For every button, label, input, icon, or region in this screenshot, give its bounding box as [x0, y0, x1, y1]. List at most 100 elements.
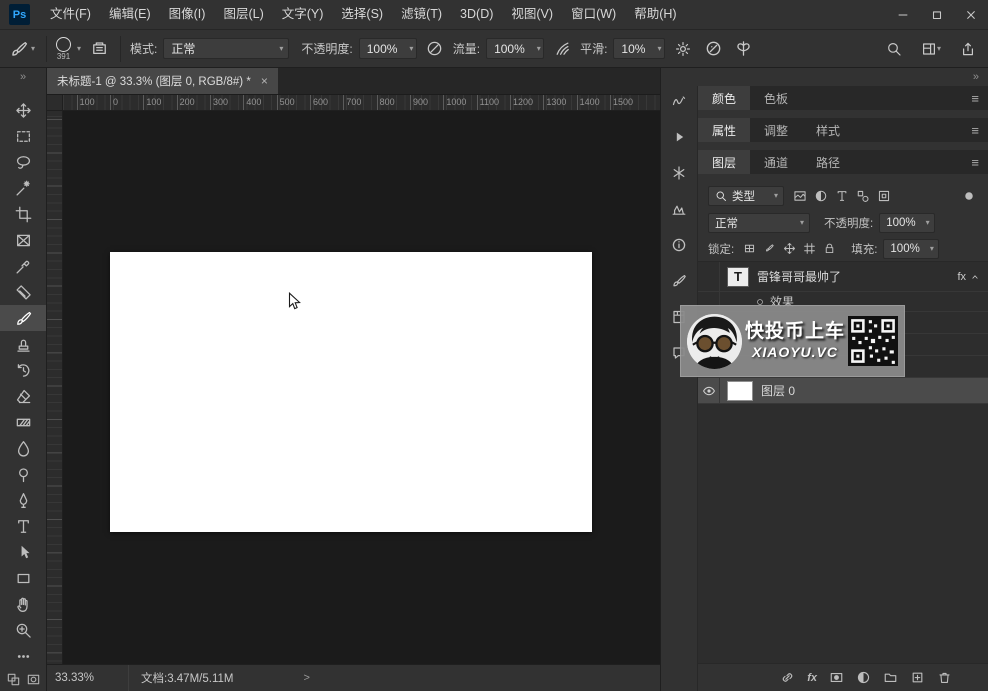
horizontal-ruler[interactable]: 1000100200300400500600700800900100011001…	[63, 95, 660, 111]
panel-tab-2-0[interactable]: 图层	[698, 150, 750, 174]
crop-tool[interactable]	[0, 201, 46, 227]
layer-opacity-input[interactable]: 100% ▾	[879, 213, 935, 233]
menu-3d[interactable]: 3D(D)	[451, 0, 502, 30]
menu-edit[interactable]: 编辑(E)	[100, 0, 160, 30]
lock-pixels-icon[interactable]	[760, 239, 779, 258]
lock-position-icon[interactable]	[780, 239, 799, 258]
blend-mode-select[interactable]: 正常 ▾	[163, 38, 289, 59]
vertical-ruler[interactable]	[47, 111, 63, 664]
layer-visibility-toggle[interactable]	[698, 262, 720, 291]
share-button[interactable]	[956, 37, 980, 61]
collapse-panels-button[interactable]: »	[661, 68, 988, 86]
smoothing-input[interactable]: 10% ▾	[613, 38, 665, 59]
menu-filter[interactable]: 滤镜(T)	[392, 0, 451, 30]
opacity-input[interactable]: 100% ▾	[359, 38, 417, 59]
eraser-tool[interactable]	[0, 383, 46, 409]
layer-row[interactable]: 图层 0	[698, 378, 988, 404]
spot-healing-brush-tool[interactable]	[0, 279, 46, 305]
histogram-icon[interactable]	[668, 200, 690, 217]
layer-effects-badge[interactable]: fx	[957, 271, 980, 283]
layer-fill-input[interactable]: 100% ▾	[883, 239, 939, 259]
brush-tip-icon[interactable]	[668, 164, 690, 181]
document-tab[interactable]: 未标题-1 @ 33.3% (图层 0, RGB/8#) * ×	[47, 68, 278, 94]
menu-view[interactable]: 视图(V)	[502, 0, 562, 30]
expand-tools-dock-button[interactable]: »	[0, 68, 46, 85]
panel-tab-2-1[interactable]: 通道	[750, 150, 802, 174]
layer-row[interactable]: T雷锋哥哥最帅了fx	[698, 262, 988, 292]
menu-layer[interactable]: 图层(L)	[214, 0, 272, 30]
brush-tool[interactable]	[0, 305, 46, 331]
tool-preset-picker[interactable]: ▾	[8, 40, 37, 58]
object-selection-tool[interactable]	[0, 175, 46, 201]
lock-artboard-icon[interactable]	[800, 239, 819, 258]
blur-tool[interactable]	[0, 435, 46, 461]
smoothing-options-button[interactable]	[671, 37, 695, 61]
eyedropper-tool[interactable]	[0, 253, 46, 279]
layer-mask-icon[interactable]	[829, 670, 844, 685]
path-selection-tool[interactable]	[0, 539, 46, 565]
brush-preset-button[interactable]: 391	[56, 37, 71, 61]
symmetry-button[interactable]	[731, 37, 755, 61]
filter-switch-button[interactable]	[959, 187, 978, 206]
menu-image[interactable]: 图像(I)	[160, 0, 215, 30]
zoom-tool[interactable]	[0, 617, 46, 643]
actions-play-icon[interactable]	[668, 128, 690, 145]
close-button[interactable]	[954, 0, 988, 30]
menu-window[interactable]: 窗口(W)	[562, 0, 625, 30]
canvas-pasteboard[interactable]	[63, 111, 660, 664]
panel-tab-0-1[interactable]: 色板	[750, 86, 802, 110]
type-filter-icon[interactable]	[832, 187, 851, 206]
status-options-chevron[interactable]: >	[247, 672, 309, 684]
foreground-background-colors-icon[interactable]	[6, 672, 21, 687]
menu-help[interactable]: 帮助(H)	[625, 0, 685, 30]
gradient-tool[interactable]	[0, 409, 46, 435]
adjust-filter-icon[interactable]	[811, 187, 830, 206]
history-brush-tool[interactable]	[0, 357, 46, 383]
panel-tab-1-1[interactable]: 调整	[750, 118, 802, 142]
panel-tab-1-2[interactable]: 样式	[802, 118, 854, 142]
panel-menu-icon[interactable]: ≡	[971, 155, 979, 170]
menu-select[interactable]: 选择(S)	[332, 0, 392, 30]
document-size-info[interactable]: 文档:3.47M/5.11M	[129, 670, 247, 686]
workspace-switcher[interactable]: ▾	[914, 37, 948, 61]
clone-stamp-tool[interactable]	[0, 331, 46, 357]
menu-file[interactable]: 文件(F)	[41, 0, 100, 30]
layer-group-icon[interactable]	[883, 670, 898, 685]
menu-type[interactable]: 文字(Y)	[273, 0, 333, 30]
type-tool[interactable]	[0, 513, 46, 539]
lasso-tool[interactable]	[0, 149, 46, 175]
ruler-origin-corner[interactable]	[47, 95, 63, 111]
lock-all-icon[interactable]	[820, 239, 839, 258]
pressure-size-button[interactable]	[701, 37, 725, 61]
smart-filter-icon[interactable]	[874, 187, 893, 206]
new-layer-icon[interactable]	[910, 670, 925, 685]
panel-tab-2-2[interactable]: 路径	[802, 150, 854, 174]
pixel-filter-icon[interactable]	[790, 187, 809, 206]
adjustment-layer-icon[interactable]	[856, 670, 871, 685]
dodge-tool[interactable]	[0, 461, 46, 487]
minimize-button[interactable]	[886, 0, 920, 30]
layer-filter-type-select[interactable]: 类型 ▾	[708, 186, 784, 206]
flow-input[interactable]: 100% ▾	[486, 38, 544, 59]
pen-tool[interactable]	[0, 487, 46, 513]
hand-tool[interactable]	[0, 591, 46, 617]
layer-thumbnail[interactable]	[727, 381, 753, 401]
layer-visibility-toggle[interactable]	[698, 378, 720, 403]
delete-layer-icon[interactable]	[937, 670, 952, 685]
airbrush-button[interactable]	[550, 37, 574, 61]
rectangle-tool[interactable]	[0, 565, 46, 591]
panel-menu-icon[interactable]: ≡	[971, 91, 979, 106]
brush-settings-icon[interactable]	[668, 92, 690, 109]
brushes-icon[interactable]	[668, 272, 690, 289]
move-tool[interactable]	[0, 97, 46, 123]
rectangular-marquee-tool[interactable]	[0, 123, 46, 149]
panel-tab-1-0[interactable]: 属性	[698, 118, 750, 142]
search-button[interactable]	[882, 37, 906, 61]
info-icon[interactable]	[668, 236, 690, 253]
quick-mask-icon[interactable]	[26, 672, 41, 687]
toggle-brush-settings-button[interactable]	[87, 37, 111, 61]
pressure-opacity-button[interactable]	[423, 37, 447, 61]
frame-tool[interactable]	[0, 227, 46, 253]
layer-blend-mode-select[interactable]: 正常 ▾	[708, 213, 810, 233]
photoshop-logo[interactable]: Ps	[9, 4, 30, 25]
